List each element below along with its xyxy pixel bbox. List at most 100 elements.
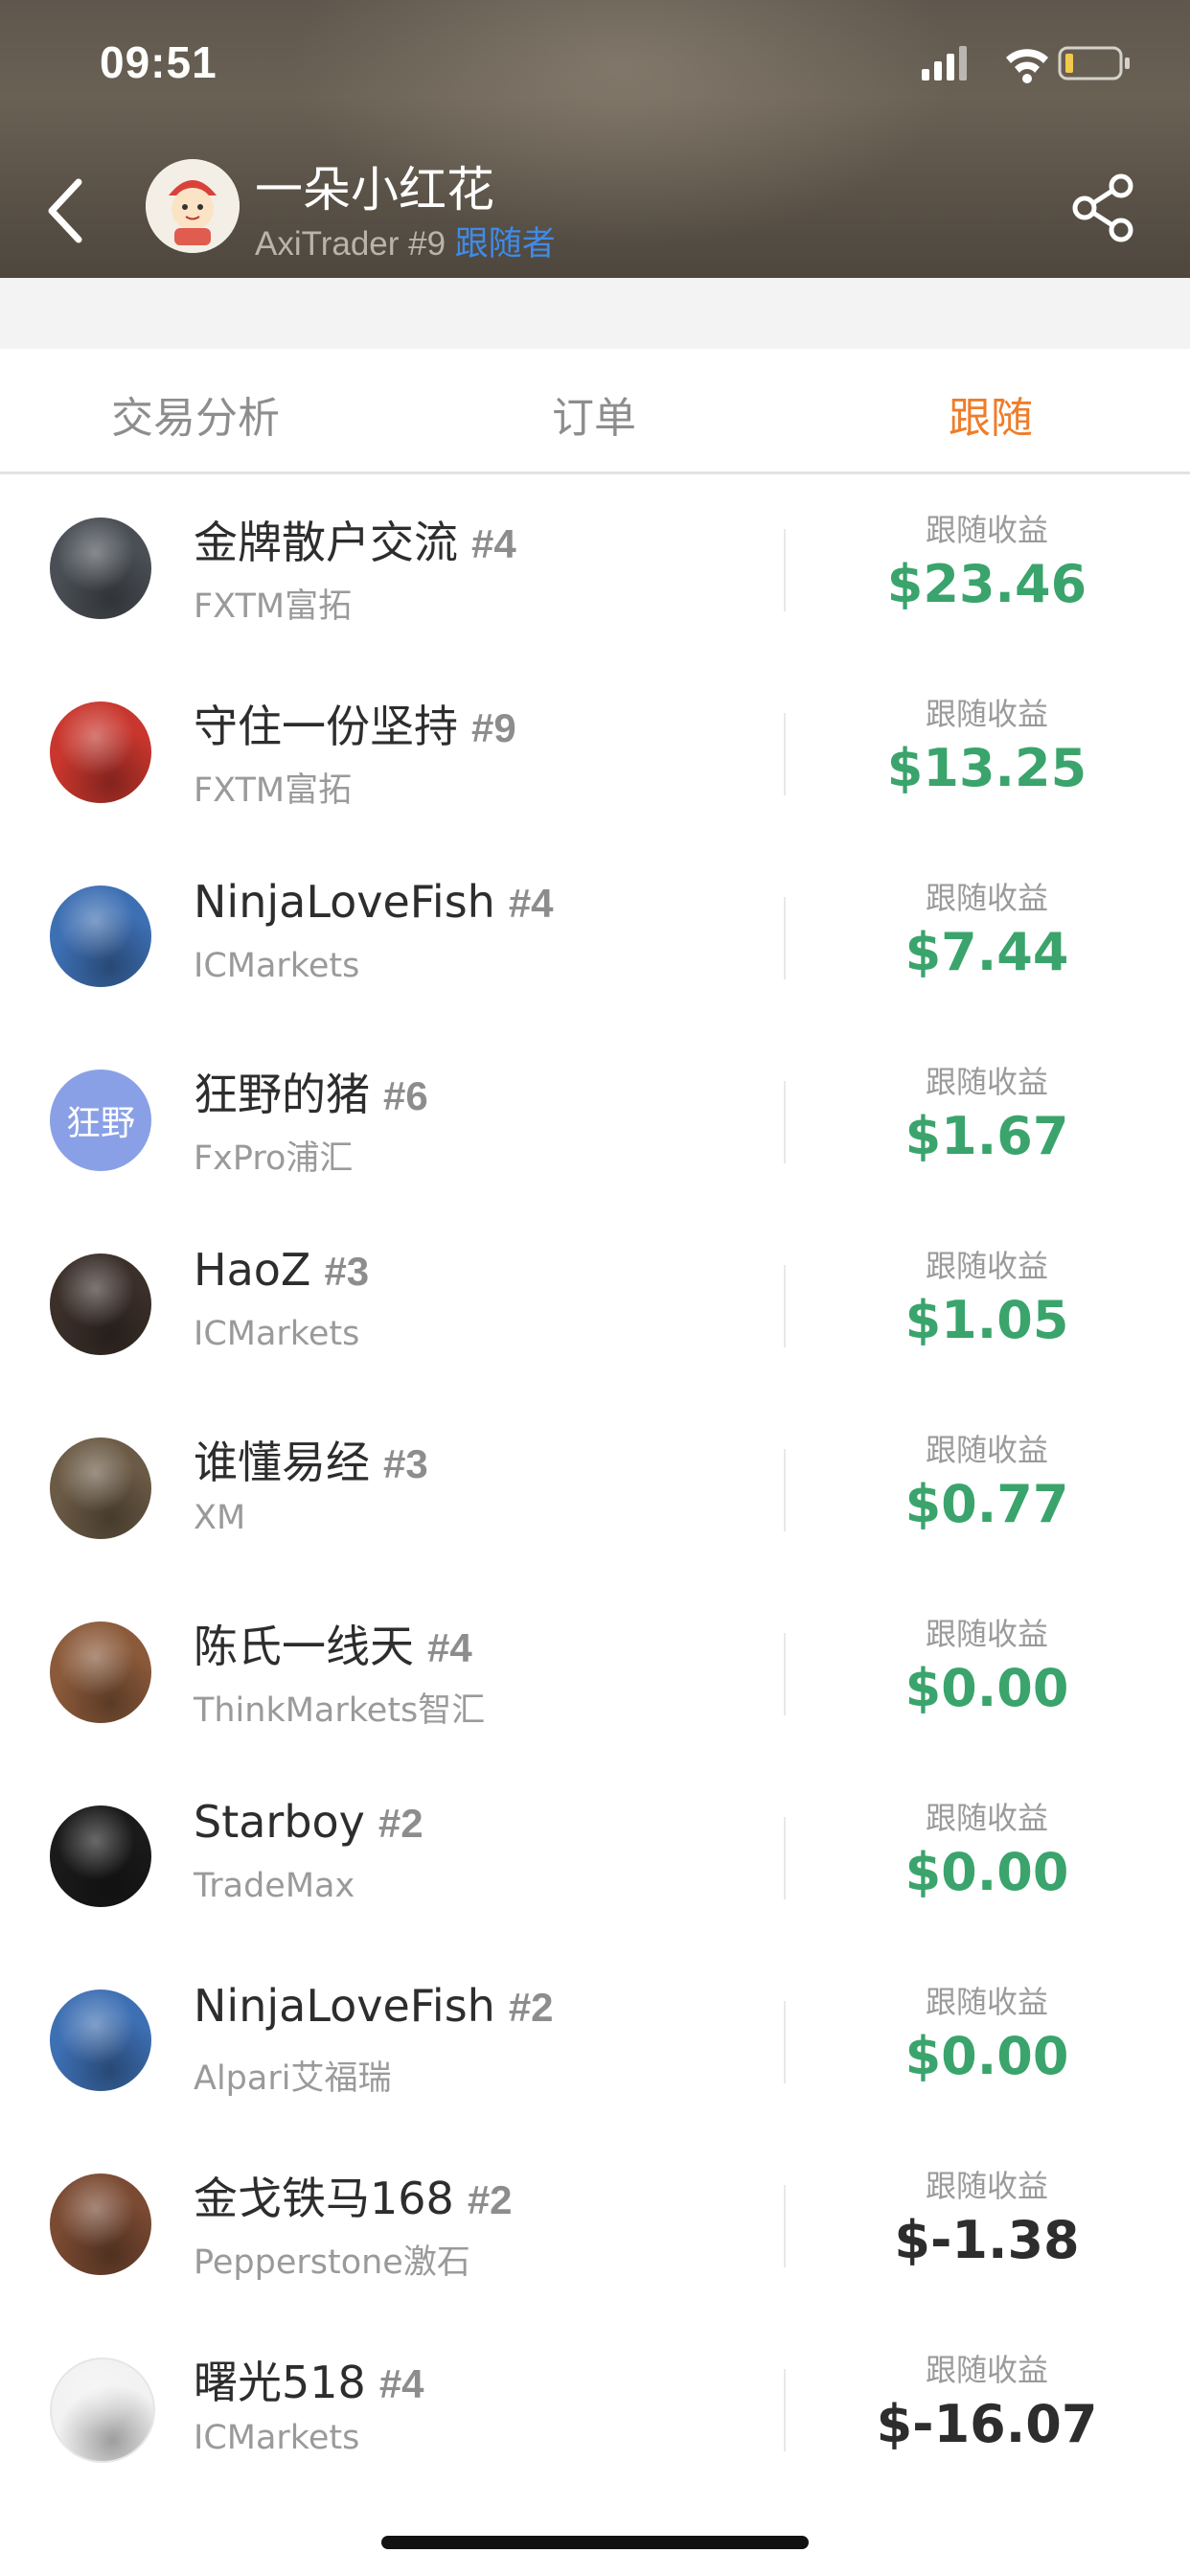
follower-rank: #9 <box>471 705 516 750</box>
avatar[interactable] <box>146 159 240 253</box>
follower-broker: Alpari艾福瑞 <box>194 2059 392 2098</box>
profit-value: $0.77 <box>904 1474 1069 1534</box>
tab-orders[interactable]: 订单 <box>552 383 636 445</box>
profit-label: 跟随收益 <box>925 1248 1048 1284</box>
profit-label: 跟随收益 <box>925 1064 1048 1100</box>
follower-name: 陈氏一线天 #4 <box>194 1612 472 1675</box>
profit-value: $-16.07 <box>876 2394 1098 2454</box>
follower-broker: ICMarkets <box>194 1315 360 1353</box>
back-icon[interactable] <box>38 172 96 249</box>
follower-name: HaoZ #3 <box>194 1244 369 1296</box>
divider <box>784 713 786 795</box>
list-item[interactable]: HaoZ #3 ICMarkets 跟随收益 $1.05 <box>0 1209 1190 1393</box>
avatar-text: 狂野 <box>65 1104 135 1143</box>
home-indicator[interactable] <box>381 2536 809 2549</box>
avatar[interactable]: 狂野 <box>50 1070 151 1171</box>
broker-rank: AxiTrader #9 <box>255 225 446 263</box>
follower-rank: #4 <box>508 881 554 926</box>
follower-name-text: 守住一份坚持 <box>194 701 458 752</box>
follower-name-text: 狂野的猪 <box>194 1069 370 1120</box>
profit-label: 跟随收益 <box>925 696 1048 732</box>
follower-name: NinjaLoveFish #2 <box>194 1980 554 2032</box>
follower-rank: #4 <box>471 521 516 566</box>
profit-label: 跟随收益 <box>925 2352 1048 2388</box>
avatar[interactable] <box>50 2174 151 2275</box>
follower-rank: #4 <box>378 2361 424 2406</box>
follower-broker: FXTM富拓 <box>194 587 353 626</box>
list-item[interactable]: 金牌散户交流 #4 FXTM富拓 跟随收益 $23.46 <box>0 473 1190 657</box>
follower-name-text: NinjaLoveFish <box>194 1980 495 2032</box>
avatar[interactable] <box>50 1806 151 1907</box>
follower-name: 金戈铁马168 #2 <box>194 2164 513 2227</box>
follower-rank: #2 <box>508 1985 554 2030</box>
list-item[interactable]: 狂野 狂野的猪 #6 FxPro浦汇 跟随收益 $1.67 <box>0 1025 1190 1209</box>
signal-icon <box>922 46 967 80</box>
follower-broker: ICMarkets <box>194 947 360 985</box>
avatar[interactable] <box>50 1254 151 1355</box>
follower-broker: FXTM富拓 <box>194 771 353 810</box>
profit-value: $0.00 <box>904 1658 1069 1718</box>
list-item[interactable]: 曙光518 #4 ICMarkets 跟随收益 $-16.07 <box>0 2313 1190 2497</box>
divider <box>784 2185 786 2267</box>
profit-label: 跟随收益 <box>925 1616 1048 1652</box>
follower-broker: TradeMax <box>194 1867 355 1905</box>
follower-name: NinjaLoveFish #4 <box>194 876 554 928</box>
follower-name: 金牌散户交流 #4 <box>194 508 516 571</box>
profit-value: $0.00 <box>904 2026 1069 2086</box>
follower-rank: #4 <box>427 1625 472 1670</box>
follower-rank: #3 <box>383 1441 428 1486</box>
follower-name-text: 曙光518 <box>194 2357 366 2408</box>
follower-rank: #3 <box>324 1249 370 1294</box>
list-item[interactable]: 陈氏一线天 #4 ThinkMarkets智汇 跟随收益 $0.00 <box>0 1577 1190 1761</box>
profit-value: $7.44 <box>904 922 1069 982</box>
profit-value: $0.00 <box>904 1842 1069 1902</box>
list-item[interactable]: Starboy #2 TradeMax 跟随收益 $0.00 <box>0 1761 1190 1945</box>
follower-name-text: 陈氏一线天 <box>194 1621 414 1672</box>
profile-header: 09:51 一朵小红花 AxiTrader #9 跟随者 <box>0 0 1190 278</box>
profit-label: 跟随收益 <box>925 512 1048 548</box>
follower-name-text: HaoZ <box>194 1244 311 1296</box>
follower-name-text: 金戈铁马168 <box>194 2173 454 2224</box>
list-item[interactable]: 金戈铁马168 #2 Pepperstone激石 跟随收益 $-1.38 <box>0 2129 1190 2313</box>
role-badge: 跟随者 <box>454 225 556 264</box>
follower-rank: #2 <box>467 2177 513 2222</box>
tab-trade-analysis[interactable]: 交易分析 <box>111 383 280 445</box>
follower-name: 守住一份坚持 #9 <box>194 692 516 755</box>
tab-follow[interactable]: 跟随 <box>949 383 1033 445</box>
follower-name: 曙光518 #4 <box>194 2348 424 2411</box>
list-item[interactable]: 守住一份坚持 #9 FXTM富拓 跟随收益 $13.25 <box>0 657 1190 841</box>
profile-name: 一朵小红花 <box>255 162 494 218</box>
avatar[interactable] <box>50 1990 151 2091</box>
profit-value: $23.46 <box>886 554 1087 614</box>
follower-name-text: 金牌散户交流 <box>194 517 458 568</box>
profit-value: $1.05 <box>904 1290 1069 1350</box>
avatar[interactable] <box>50 702 151 803</box>
divider <box>784 2001 786 2083</box>
divider <box>784 2369 786 2451</box>
avatar[interactable] <box>50 518 151 619</box>
divider <box>784 1265 786 1347</box>
divider <box>784 529 786 611</box>
follower-name-text: 谁懂易经 <box>194 1437 370 1488</box>
follower-rank: #6 <box>383 1073 428 1118</box>
list-item[interactable]: 谁懂易经 #3 XM 跟随收益 $0.77 <box>0 1393 1190 1577</box>
follower-broker: Pepperstone激石 <box>194 2243 470 2282</box>
section-gap <box>0 278 1190 349</box>
profit-label: 跟随收益 <box>925 1432 1048 1468</box>
avatar[interactable] <box>50 2358 155 2463</box>
profit-label: 跟随收益 <box>925 1800 1048 1836</box>
follower-name-text: Starboy <box>194 1796 365 1848</box>
avatar[interactable] <box>50 886 151 987</box>
share-icon[interactable] <box>1069 172 1140 243</box>
profit-label: 跟随收益 <box>925 1984 1048 2020</box>
wifi-icon <box>1006 49 1048 83</box>
avatar[interactable] <box>50 1622 151 1723</box>
status-time: 09:51 <box>100 37 217 87</box>
follower-broker: ICMarkets <box>194 2419 360 2457</box>
profile-subtitle: AxiTrader #9 跟随者 <box>255 217 556 265</box>
follower-broker: FxPro浦汇 <box>194 1139 354 1178</box>
list-item[interactable]: NinjaLoveFish #4 ICMarkets 跟随收益 $7.44 <box>0 841 1190 1025</box>
list-item[interactable]: NinjaLoveFish #2 Alpari艾福瑞 跟随收益 $0.00 <box>0 1945 1190 2129</box>
profit-label: 跟随收益 <box>925 880 1048 916</box>
avatar[interactable] <box>50 1438 151 1539</box>
